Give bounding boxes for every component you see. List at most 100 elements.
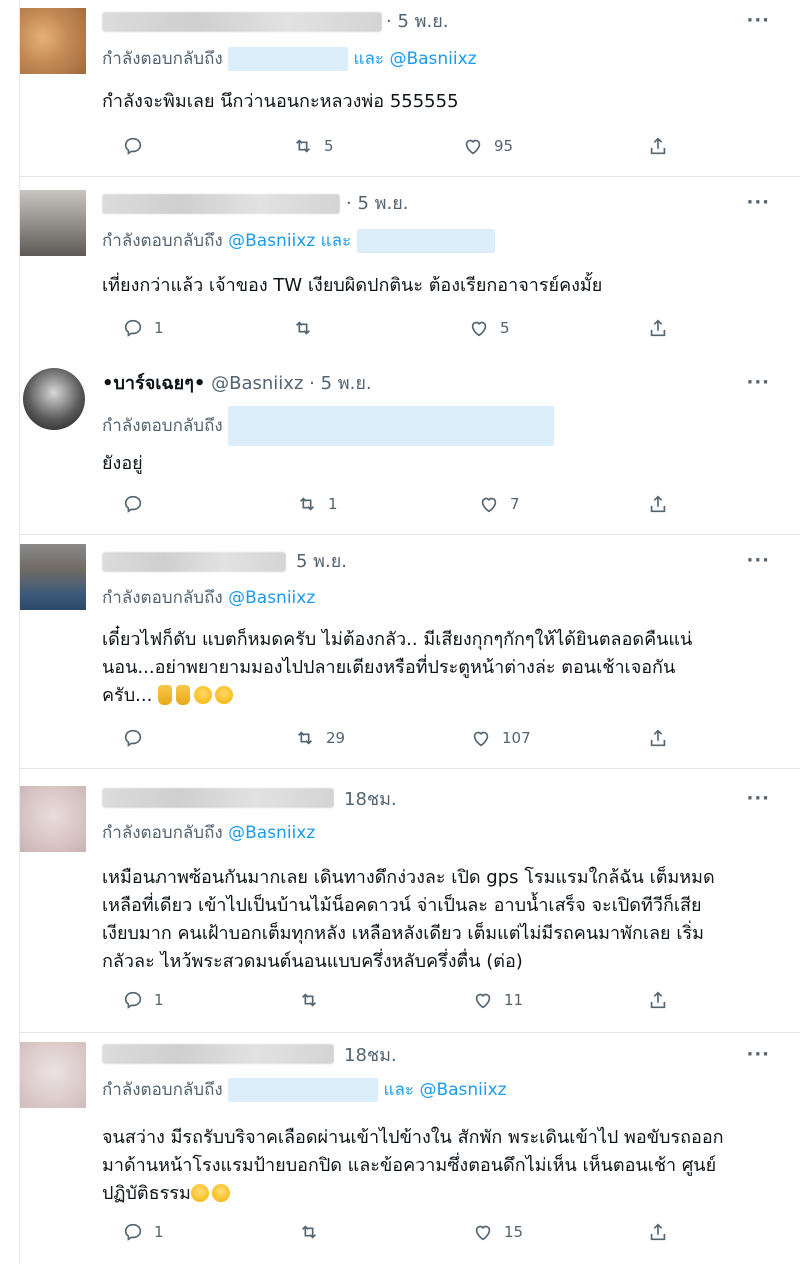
more-icon[interactable]: ···	[746, 192, 770, 213]
avatar[interactable]	[20, 1042, 86, 1108]
replying-prefix: กำลังตอบกลับถึง	[102, 49, 223, 69]
tweet-time[interactable]: 18ชม.	[344, 1045, 397, 1067]
reply-handle-link[interactable]: @Basniixz	[228, 231, 315, 251]
tweet-actions: 29 107	[102, 726, 666, 750]
tweet-text-line: มาด้านหน้าโรงแรมป้ายบอกปิด และข้อความซึ่…	[102, 1155, 717, 1176]
reply-count: 1	[154, 319, 164, 337]
reply-button[interactable]: 1	[122, 1220, 164, 1244]
retweet-button[interactable]: 29	[294, 726, 345, 750]
avatar[interactable]	[20, 8, 86, 74]
share-button[interactable]	[647, 316, 669, 340]
more-icon[interactable]: ···	[746, 1044, 770, 1065]
replying-prefix: กำลังตอบกลับถึง	[102, 1080, 223, 1100]
share-button[interactable]	[647, 134, 669, 158]
retweet-button[interactable]	[292, 316, 324, 340]
tweet-text-line: ปฏิบัติธรรม	[102, 1180, 782, 1208]
retweet-button[interactable]	[298, 988, 330, 1012]
sign-of-horns-emoji	[158, 685, 173, 705]
tweet[interactable]: •บาร์จเฉยๆ• @Basniixz · 5 พ.ย. ··· กำลัง…	[20, 356, 800, 535]
more-icon[interactable]: ···	[746, 372, 770, 393]
tweet-text: เที่ยงกว่าแล้ว เจ้าของ TW เงียบผิดปกตินะ…	[102, 275, 603, 296]
tweet[interactable]: 18ชม. ··· กำลังตอบกลับถึง @Basniixz เหมื…	[20, 768, 800, 1033]
blurred-username	[102, 194, 340, 214]
reply-icon	[124, 137, 142, 155]
reply-handle-link[interactable]: @Basniixz	[419, 1080, 506, 1100]
tweet[interactable]: 5 พ.ย. ··· กำลังตอบกลับถึง @Basniixz เดี…	[20, 534, 800, 769]
reply-icon	[124, 319, 142, 337]
tweet-text: เหมือนภาพซ้อนกันมากเลย เดินทางดึกง่วงละ …	[102, 864, 782, 976]
like-count: 7	[510, 495, 520, 513]
like-icon	[481, 497, 497, 513]
like-button[interactable]: 7	[478, 492, 520, 516]
more-icon[interactable]: ···	[746, 788, 770, 809]
avatar[interactable]	[20, 544, 86, 610]
tweet-text: จนสว่าง มีรถรับบริจาคเลือดผ่านเข้าไปข้าง…	[102, 1124, 782, 1208]
share-icon	[650, 495, 666, 513]
tweet-text: เดี๋ยวไฟก็ดับ แบตก็หมดครับ ไม่ต้องกลัว..…	[102, 626, 782, 710]
reply-handle-link[interactable]: @Basniixz	[228, 823, 315, 843]
reply-count: 1	[154, 991, 164, 1009]
retweet-button[interactable]: 1	[296, 492, 338, 516]
like-button[interactable]: 107	[470, 726, 531, 750]
tweet[interactable]: · 5 พ.ย. ··· กำลังตอบกลับถึง และ @Basnii…	[20, 0, 800, 177]
retweet-count: 1	[328, 495, 338, 513]
reply-button[interactable]: 1	[122, 988, 164, 1012]
like-button[interactable]: 15	[472, 1220, 523, 1244]
reply-button[interactable]	[122, 726, 154, 750]
reply-button[interactable]: 1	[122, 316, 164, 340]
tweet-text-line: จนสว่าง มีรถรับบริจาคเลือดผ่านเข้าไปข้าง…	[102, 1127, 724, 1148]
retweet-icon	[301, 1225, 317, 1239]
like-count: 95	[494, 137, 514, 155]
reply-button[interactable]	[122, 492, 154, 516]
retweet-count: 5	[324, 137, 334, 155]
retweet-icon	[295, 321, 311, 335]
tweet[interactable]: · 5 พ.ย. ··· กำลังตอบกลับถึง @Basniixz แ…	[20, 176, 800, 356]
replying-prefix: กำลังตอบกลับถึง	[102, 823, 223, 843]
share-button[interactable]	[647, 726, 669, 750]
grinning-face-emoji	[194, 686, 213, 704]
share-button[interactable]	[647, 988, 669, 1012]
share-button[interactable]	[647, 1220, 669, 1244]
tweet-text-line: ครับ...	[102, 682, 782, 710]
like-button[interactable]: 95	[462, 134, 513, 158]
display-name[interactable]: •บาร์จเฉยๆ•	[102, 373, 205, 394]
more-icon[interactable]: ···	[746, 550, 770, 571]
more-icon[interactable]: ···	[746, 10, 770, 31]
avatar[interactable]	[20, 190, 86, 256]
like-icon	[471, 321, 487, 337]
blurred-handle	[356, 229, 495, 253]
reply-handle-link[interactable]: @Basniixz	[228, 588, 315, 608]
replying-to: กำลังตอบกลับถึง @Basniixz และ	[102, 229, 495, 253]
tweet-time[interactable]: 5 พ.ย.	[296, 551, 347, 573]
like-button[interactable]: 5	[468, 316, 510, 340]
like-icon	[475, 993, 491, 1009]
reply-icon	[124, 495, 142, 513]
replying-prefix: กำลังตอบกลับถึง	[102, 231, 223, 251]
blurred-handle	[228, 47, 349, 71]
like-icon	[475, 1225, 491, 1241]
replying-prefix: กำลังตอบกลับถึง	[102, 588, 223, 608]
avatar[interactable]	[20, 786, 86, 852]
retweet-button[interactable]	[298, 1220, 330, 1244]
tweet-time[interactable]: · 5 พ.ย.	[309, 373, 371, 394]
screaming-face-emoji	[211, 1184, 230, 1202]
retweet-icon	[301, 993, 317, 1007]
blurred-username	[102, 1044, 334, 1064]
user-handle[interactable]: @Basniixz	[211, 373, 303, 394]
avatar[interactable]	[23, 368, 85, 430]
share-button[interactable]	[647, 492, 669, 516]
tweet-time[interactable]: · 5 พ.ย.	[346, 193, 408, 215]
blurred-handle	[228, 1078, 379, 1102]
retweet-button[interactable]: 5	[292, 134, 334, 158]
tweet-time[interactable]: 18ชม.	[344, 789, 397, 811]
tweet[interactable]: 18ชม. ··· กำลังตอบกลับถึง และ @Basniixz …	[20, 1032, 800, 1264]
reply-button[interactable]	[122, 134, 154, 158]
tweet-text: ยังอยู่	[102, 453, 143, 474]
tweet-time[interactable]: · 5 พ.ย.	[386, 11, 448, 33]
reply-handle-link[interactable]: @Basniixz	[389, 49, 476, 69]
like-button[interactable]: 11	[472, 988, 523, 1012]
blurred-username	[102, 12, 382, 32]
blurred-handle	[228, 406, 555, 446]
replying-prefix: กำลังตอบกลับถึง	[102, 416, 223, 436]
and-word: และ	[353, 49, 385, 69]
